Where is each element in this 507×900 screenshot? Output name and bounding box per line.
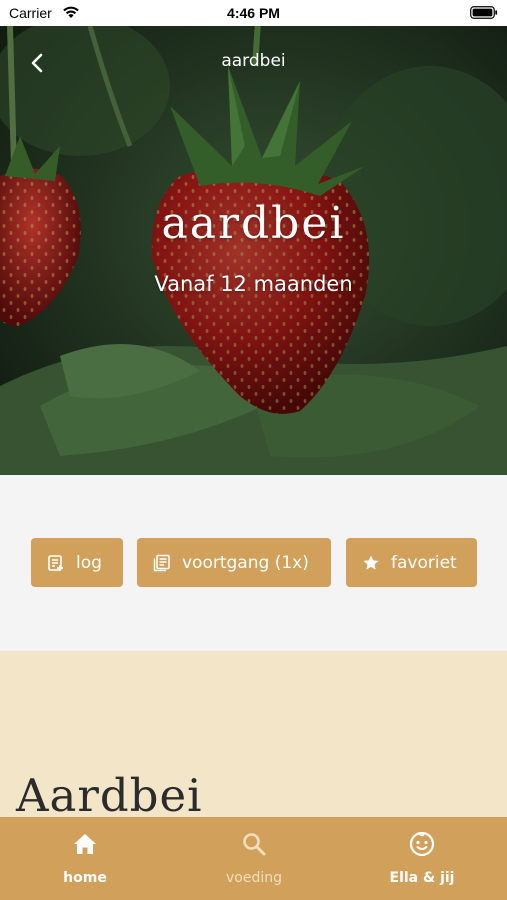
- hero-title: aardbei: [161, 198, 346, 249]
- tab-voeding-label: voeding: [226, 870, 282, 886]
- home-icon: [74, 834, 96, 854]
- content-heading: Aardbei: [16, 769, 203, 817]
- action-section: log voortgang (1x) favoriet: [0, 475, 507, 651]
- tab-ella-label: Ella & jij: [389, 870, 455, 886]
- tab-home-label: home: [63, 870, 107, 886]
- tab-bar: home voeding Ella & jij: [0, 817, 507, 900]
- log-icon: [48, 554, 63, 571]
- battery-icon: [470, 6, 498, 19]
- star-icon: [363, 555, 379, 570]
- strawberry-photo: [0, 26, 507, 475]
- progress-list-icon: [153, 554, 170, 571]
- nav-title: aardbei: [221, 51, 286, 71]
- hero-banner: aardbei aardbei Vanaf 12 maanden: [0, 26, 507, 475]
- hero-subtitle: Vanaf 12 maanden: [154, 272, 353, 296]
- tab-home[interactable]: home: [35, 817, 135, 900]
- baby-face-icon: [409, 831, 435, 857]
- favorite-label: favoriet: [391, 552, 457, 573]
- tab-ella[interactable]: Ella & jij: [372, 817, 472, 900]
- tab-voeding[interactable]: voeding: [204, 817, 304, 900]
- favorite-button[interactable]: favoriet: [346, 538, 477, 587]
- progress-label: voortgang (1x): [182, 552, 309, 573]
- log-button[interactable]: log: [31, 538, 123, 587]
- status-time: 4:46 PM: [227, 5, 280, 21]
- content-section: Aardbei: [0, 651, 507, 817]
- progress-button[interactable]: voortgang (1x): [137, 538, 331, 587]
- log-label: log: [76, 552, 102, 573]
- search-icon: [243, 833, 266, 856]
- status-bar: Carrier 4:46 PM: [0, 0, 507, 26]
